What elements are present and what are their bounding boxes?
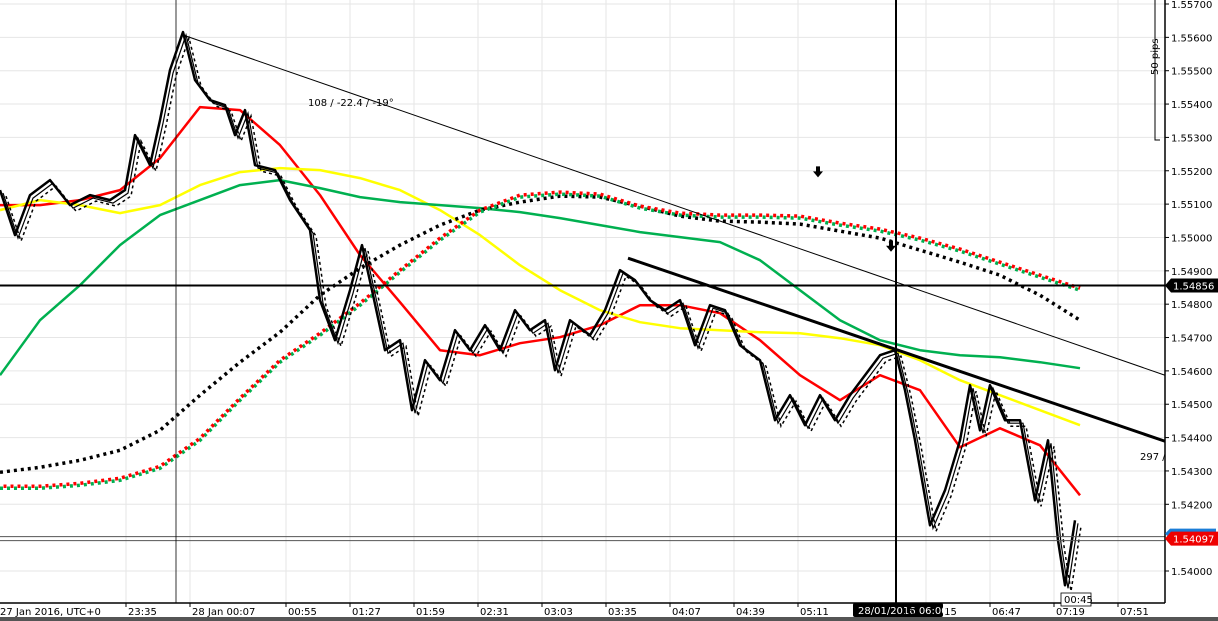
y-tick-label: 1.55400 [1171, 100, 1212, 111]
x-tick-label: 07:19 [1056, 607, 1085, 618]
y-tick-label: 1.55300 [1171, 133, 1212, 144]
y-tick-label: 1.55200 [1171, 167, 1212, 178]
x-tick-label: 01:27 [352, 607, 381, 618]
x-tick-label: 05:11 [800, 607, 829, 618]
y-tick-label: 1.54000 [1171, 567, 1212, 578]
down-arrow-icon [813, 166, 823, 178]
x-tick-label: 27 Jan 2016, UTC+0 [0, 607, 101, 618]
x-tick-label: 04:39 [736, 607, 765, 618]
x-tick-label: 00:55 [288, 607, 317, 618]
price-line-secondary [2, 32, 1079, 589]
series-layer: 108 / -22.4 / -19°297 / - [0, 0, 1173, 603]
y-tick-label: 1.55100 [1171, 200, 1212, 211]
series-line [0, 105, 1081, 497]
price-line [0, 30, 1077, 587]
x-tick-label: 28 Jan 00:07 [192, 607, 255, 618]
x-tick-label: 04:07 [672, 607, 701, 618]
y-tick-label: 1.54900 [1171, 267, 1212, 278]
y-tick-label: 1.54300 [1171, 467, 1212, 478]
x-tick-label: 02:31 [480, 607, 509, 618]
price-label: 1.54097 [1173, 535, 1214, 546]
x-tick-label: 03:35 [608, 607, 637, 618]
x-tick-label-partial: 15 [902, 607, 915, 618]
y-tick-label: 1.55000 [1171, 233, 1212, 244]
candle-timer: 00:45 [1064, 595, 1093, 606]
price-chart[interactable]: 108 / -22.4 / -19°297 / - 1.55700 1.55600… [0, 0, 1218, 621]
x-tick-label: 23:35 [128, 607, 157, 618]
y-tick-label: 1.54800 [1171, 300, 1212, 311]
y-tick-label: 1.55600 [1171, 33, 1212, 44]
x-tick-label: 07:51 [1120, 607, 1149, 618]
price-label: 1.54856 [1173, 281, 1214, 292]
y-tick-label: 1.54600 [1171, 367, 1212, 378]
y-tick-label: 1.54700 [1171, 334, 1212, 345]
y-tick-label: 1.54200 [1171, 500, 1212, 511]
y-tick-label: 1.55500 [1171, 67, 1212, 78]
series-line [0, 166, 1081, 427]
y-tick-label: 1.54400 [1171, 434, 1212, 445]
price-dotted-line [5, 35, 1082, 592]
y-tick-label: 1.54500 [1171, 400, 1212, 411]
down-arrow-icon [886, 240, 896, 252]
pips-ruler-label: 50 pips [1150, 38, 1161, 75]
x-tick-label: 03:03 [544, 607, 573, 618]
x-tick-label: 06:47 [992, 607, 1021, 618]
trendline-label: 108 / -22.4 / -19° [308, 98, 394, 109]
x-tick-label: 01:59 [416, 607, 445, 618]
y-tick-label: 1.55700 [1171, 0, 1212, 11]
